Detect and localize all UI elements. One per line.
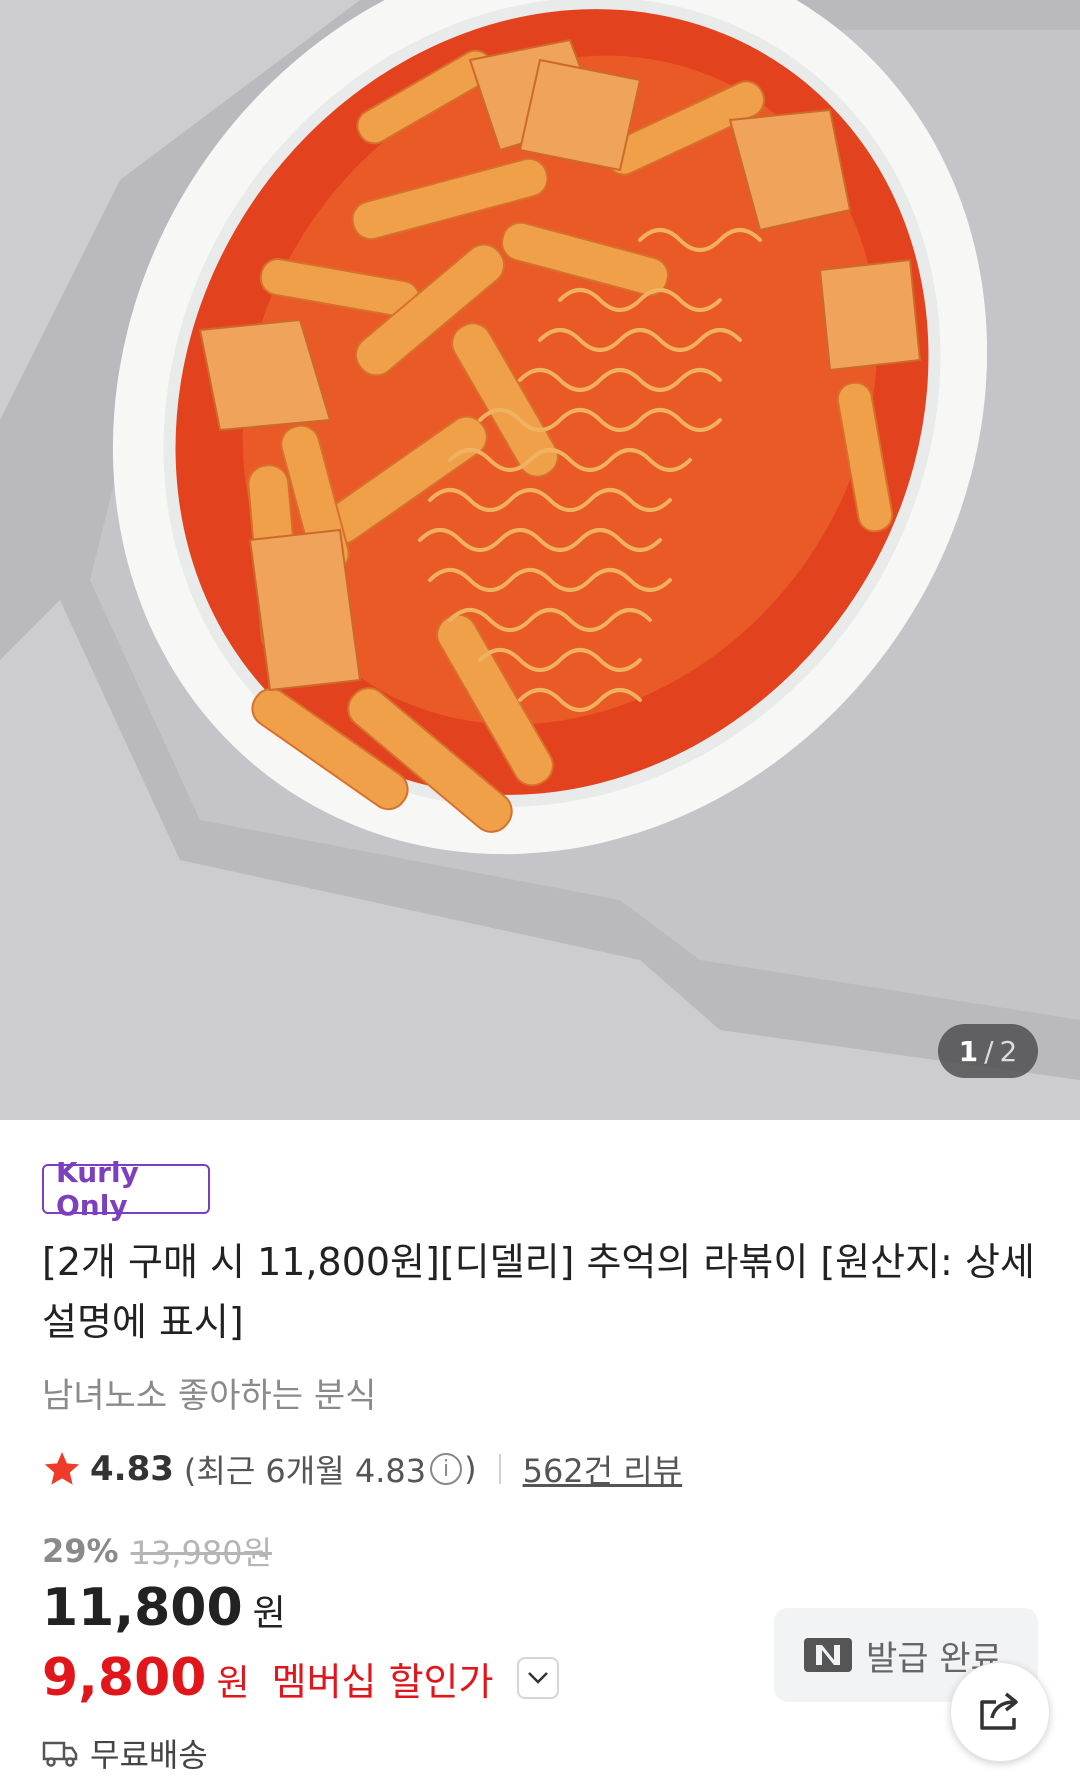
product-subtitle: 남녀노소 좋아하는 분식 (42, 1376, 377, 1416)
member-price-label: 멤버십 할인가 (271, 1660, 494, 1704)
naver-n-icon (804, 1638, 852, 1672)
recent-rating-close: ) (464, 1450, 477, 1488)
kurly-only-badge: Kurly Only (42, 1156, 210, 1222)
truck-icon (42, 1741, 78, 1767)
chevron-down-icon[interactable] (517, 1657, 560, 1699)
divider (498, 1454, 501, 1484)
price-currency: 원 (252, 1593, 286, 1634)
pager-total: 2 (999, 1034, 1018, 1068)
share-button[interactable] (950, 1662, 1050, 1762)
original-price: 13,980원 (130, 1534, 273, 1572)
pager-current: 1 (958, 1034, 979, 1068)
rating-row: 4.83 (최근 6개월 4.83 i ) 562건 리뷰 (42, 1448, 682, 1490)
delivery-label: 무료배송 (90, 1736, 208, 1774)
price-row: 11,800 원 (42, 1578, 286, 1638)
rating-score: 4.83 (90, 1449, 174, 1489)
sale-price: 11,800 (42, 1578, 243, 1638)
member-price: 9,800 (42, 1648, 207, 1708)
product-title: [2개 구매 시 11,800원][디델리] 추억의 라볶이 [원산지: 상세설… (42, 1240, 1035, 1344)
recent-rating: (최근 6개월 4.83 (183, 1452, 427, 1490)
ramyeon-tteokbokki-photo (0, 0, 1080, 1120)
product-image[interactable]: 1 / 2 (0, 0, 1080, 1120)
info-icon[interactable]: i (430, 1453, 463, 1485)
star-icon (44, 1452, 80, 1485)
discount-row: 29% 13,980원 (42, 1528, 272, 1574)
delivery-info: 무료배송 (42, 1730, 208, 1776)
member-price-row[interactable]: 9,800 원 멤버십 할인가 (42, 1648, 560, 1708)
discount-rate: 29% (42, 1532, 119, 1570)
pager-separator: / (984, 1034, 994, 1068)
reviews-link[interactable]: 562건 리뷰 (523, 1446, 683, 1492)
share-icon (980, 1692, 1018, 1730)
member-price-currency: 원 (216, 1663, 250, 1704)
image-pager: 1 / 2 (938, 1024, 1038, 1078)
